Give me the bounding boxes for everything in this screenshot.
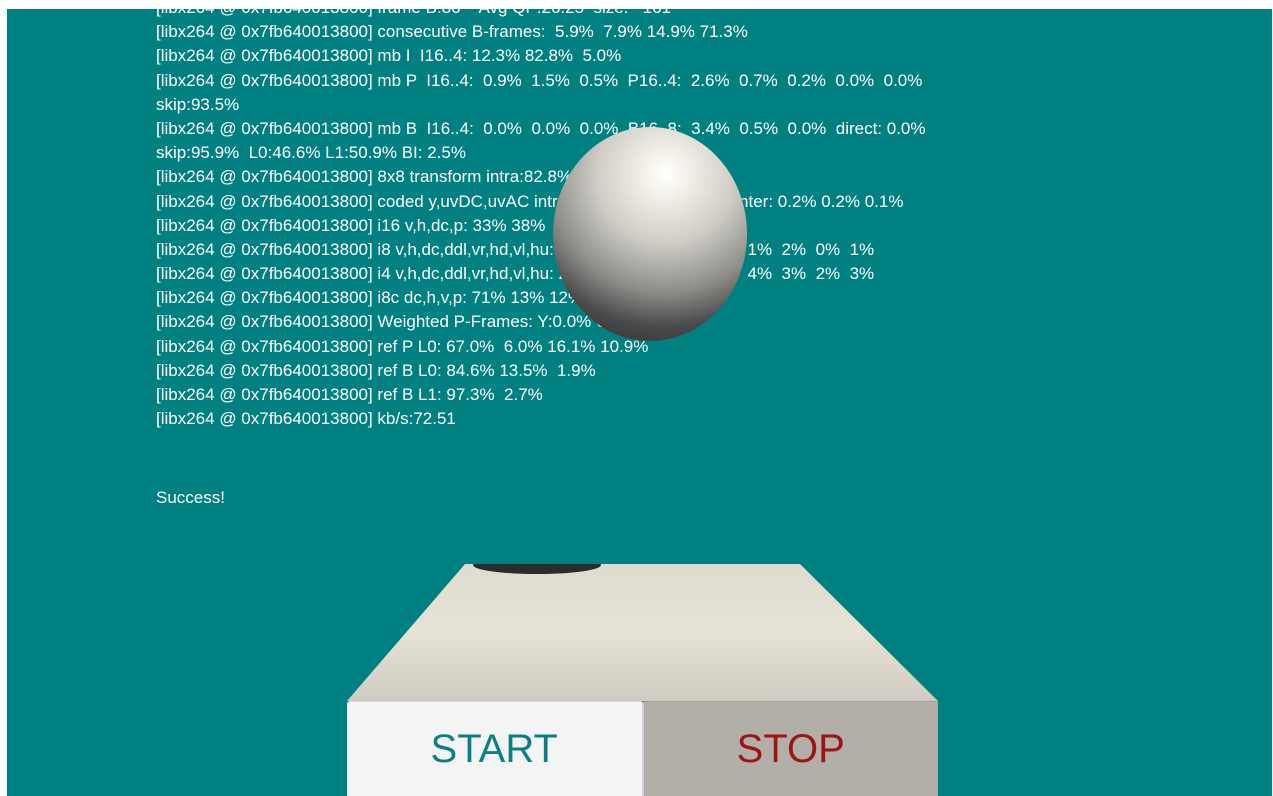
box-top-edge-cover <box>447 554 817 564</box>
control-bar: START STOP <box>347 701 938 796</box>
app-viewport: [libx264 @ 0x7fb640013800] frame B:86 Av… <box>7 9 1272 796</box>
start-button[interactable]: START <box>347 701 644 796</box>
stop-button[interactable]: STOP <box>643 701 938 796</box>
box-top-face <box>347 564 938 701</box>
sphere <box>553 127 747 341</box>
